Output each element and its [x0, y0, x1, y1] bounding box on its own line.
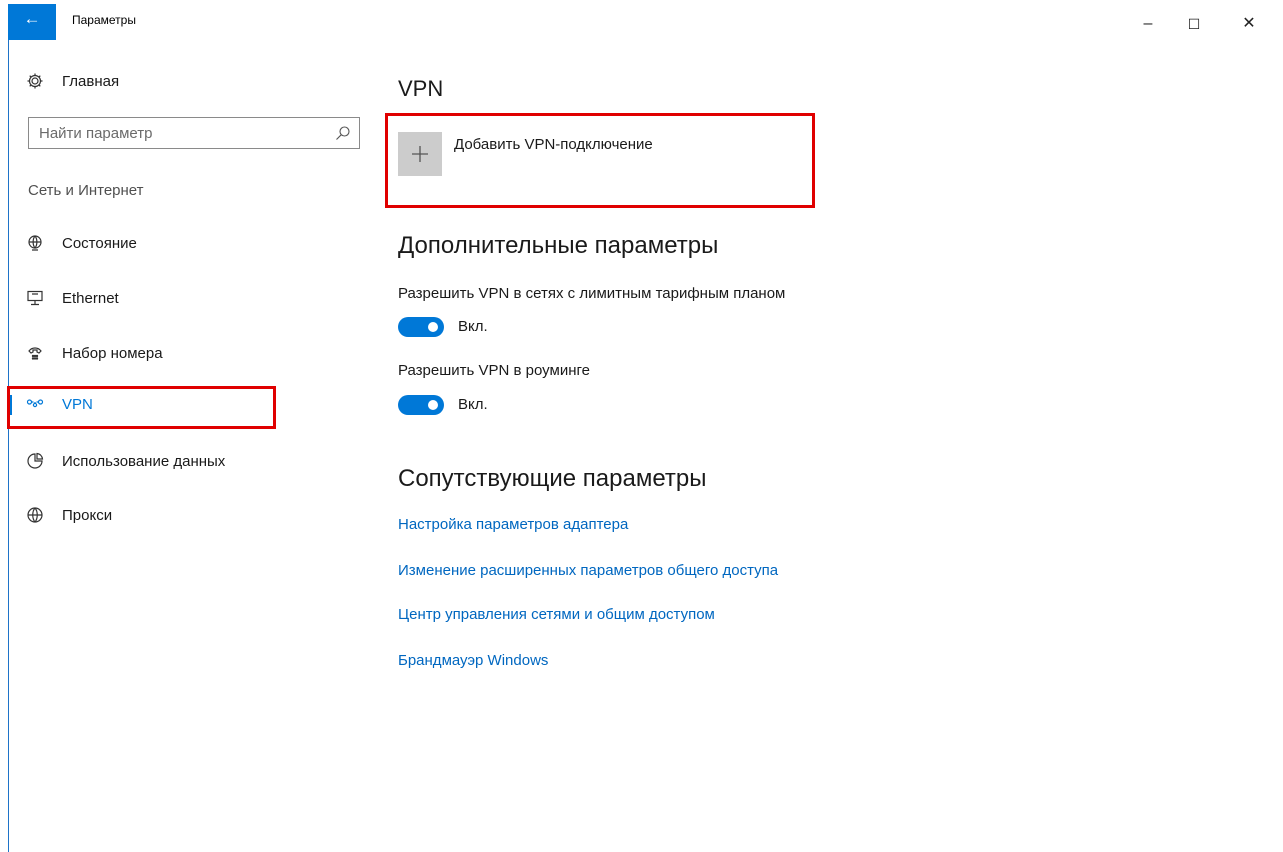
minimize-button[interactable]: –	[1125, 4, 1171, 40]
sidebar-item-label: Прокси	[62, 507, 113, 524]
toggle-knob	[428, 322, 438, 332]
section-label: Сеть и Интернет	[28, 182, 144, 199]
sidebar-item-label: Использование данных	[62, 453, 226, 470]
sidebar-item-dialup[interactable]: Набор номера	[8, 334, 308, 374]
page-title: VPN	[398, 76, 444, 101]
title-bar: ← Параметры – ☐ ✕	[0, 0, 1283, 44]
sidebar-item-label: Ethernet	[62, 290, 119, 307]
minimize-icon: –	[1143, 15, 1153, 32]
globe-status-icon	[28, 235, 42, 251]
roaming-toggle-state: Вкл.	[458, 396, 488, 413]
sidebar-item-label: Состояние	[62, 235, 137, 252]
ethernet-icon	[27, 290, 43, 306]
highlight-box-add-vpn	[385, 113, 815, 208]
sidebar-item-ethernet[interactable]: Ethernet	[8, 279, 308, 319]
sidebar-item-label: Набор номера	[62, 345, 163, 362]
metered-toggle[interactable]	[398, 317, 444, 337]
back-button[interactable]: ←	[8, 4, 56, 40]
related-heading: Сопутствующие параметры	[398, 465, 707, 492]
link-sharing-settings[interactable]: Изменение расширенных параметров общего …	[398, 562, 778, 579]
metered-label: Разрешить VPN в сетях с лимитным тарифны…	[398, 285, 786, 302]
toggle-knob	[428, 400, 438, 410]
highlight-box-vpn	[7, 386, 276, 429]
sidebar-item-data-usage[interactable]: Использование данных	[8, 442, 308, 482]
search-icon	[336, 126, 350, 140]
roaming-label: Разрешить VPN в роуминге	[398, 362, 590, 379]
close-button[interactable]: ✕	[1226, 4, 1272, 40]
search-input[interactable]	[37, 124, 331, 143]
link-network-center[interactable]: Центр управления сетями и общим доступом	[398, 606, 715, 623]
sidebar-item-proxy[interactable]: Прокси	[8, 496, 308, 536]
advanced-heading: Дополнительные параметры	[398, 232, 719, 259]
roaming-toggle[interactable]	[398, 395, 444, 415]
nav-home-label: Главная	[62, 73, 120, 90]
arrow-left-icon: ←	[23, 9, 41, 28]
close-icon: ✕	[1242, 15, 1256, 32]
maximize-icon: ☐	[1187, 16, 1201, 32]
maximize-button[interactable]: ☐	[1171, 4, 1217, 40]
link-adapter-settings[interactable]: Настройка параметров адаптера	[398, 516, 628, 533]
window-title: Параметры	[72, 13, 136, 27]
globe-icon	[27, 507, 43, 523]
nav-home[interactable]: Главная	[8, 62, 308, 102]
dialup-icon	[28, 347, 42, 360]
data-usage-icon	[27, 452, 44, 469]
search-box[interactable]	[28, 117, 360, 149]
sidebar-item-status[interactable]: Состояние	[8, 224, 308, 264]
link-firewall[interactable]: Брандмауэр Windows	[398, 652, 548, 669]
gear-icon	[27, 73, 43, 89]
metered-toggle-state: Вкл.	[458, 318, 488, 335]
